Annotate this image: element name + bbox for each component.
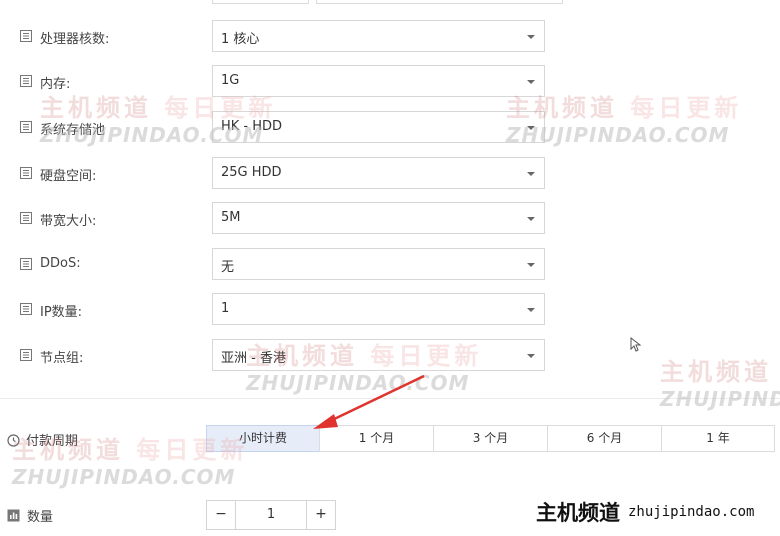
brand-url: zhujipindao.com <box>628 504 755 520</box>
annotation-arrow <box>313 374 425 429</box>
brand-logo: 主机频道 zhujipindao.com <box>536 497 754 527</box>
brand-name: 主机频道 <box>536 501 620 525</box>
